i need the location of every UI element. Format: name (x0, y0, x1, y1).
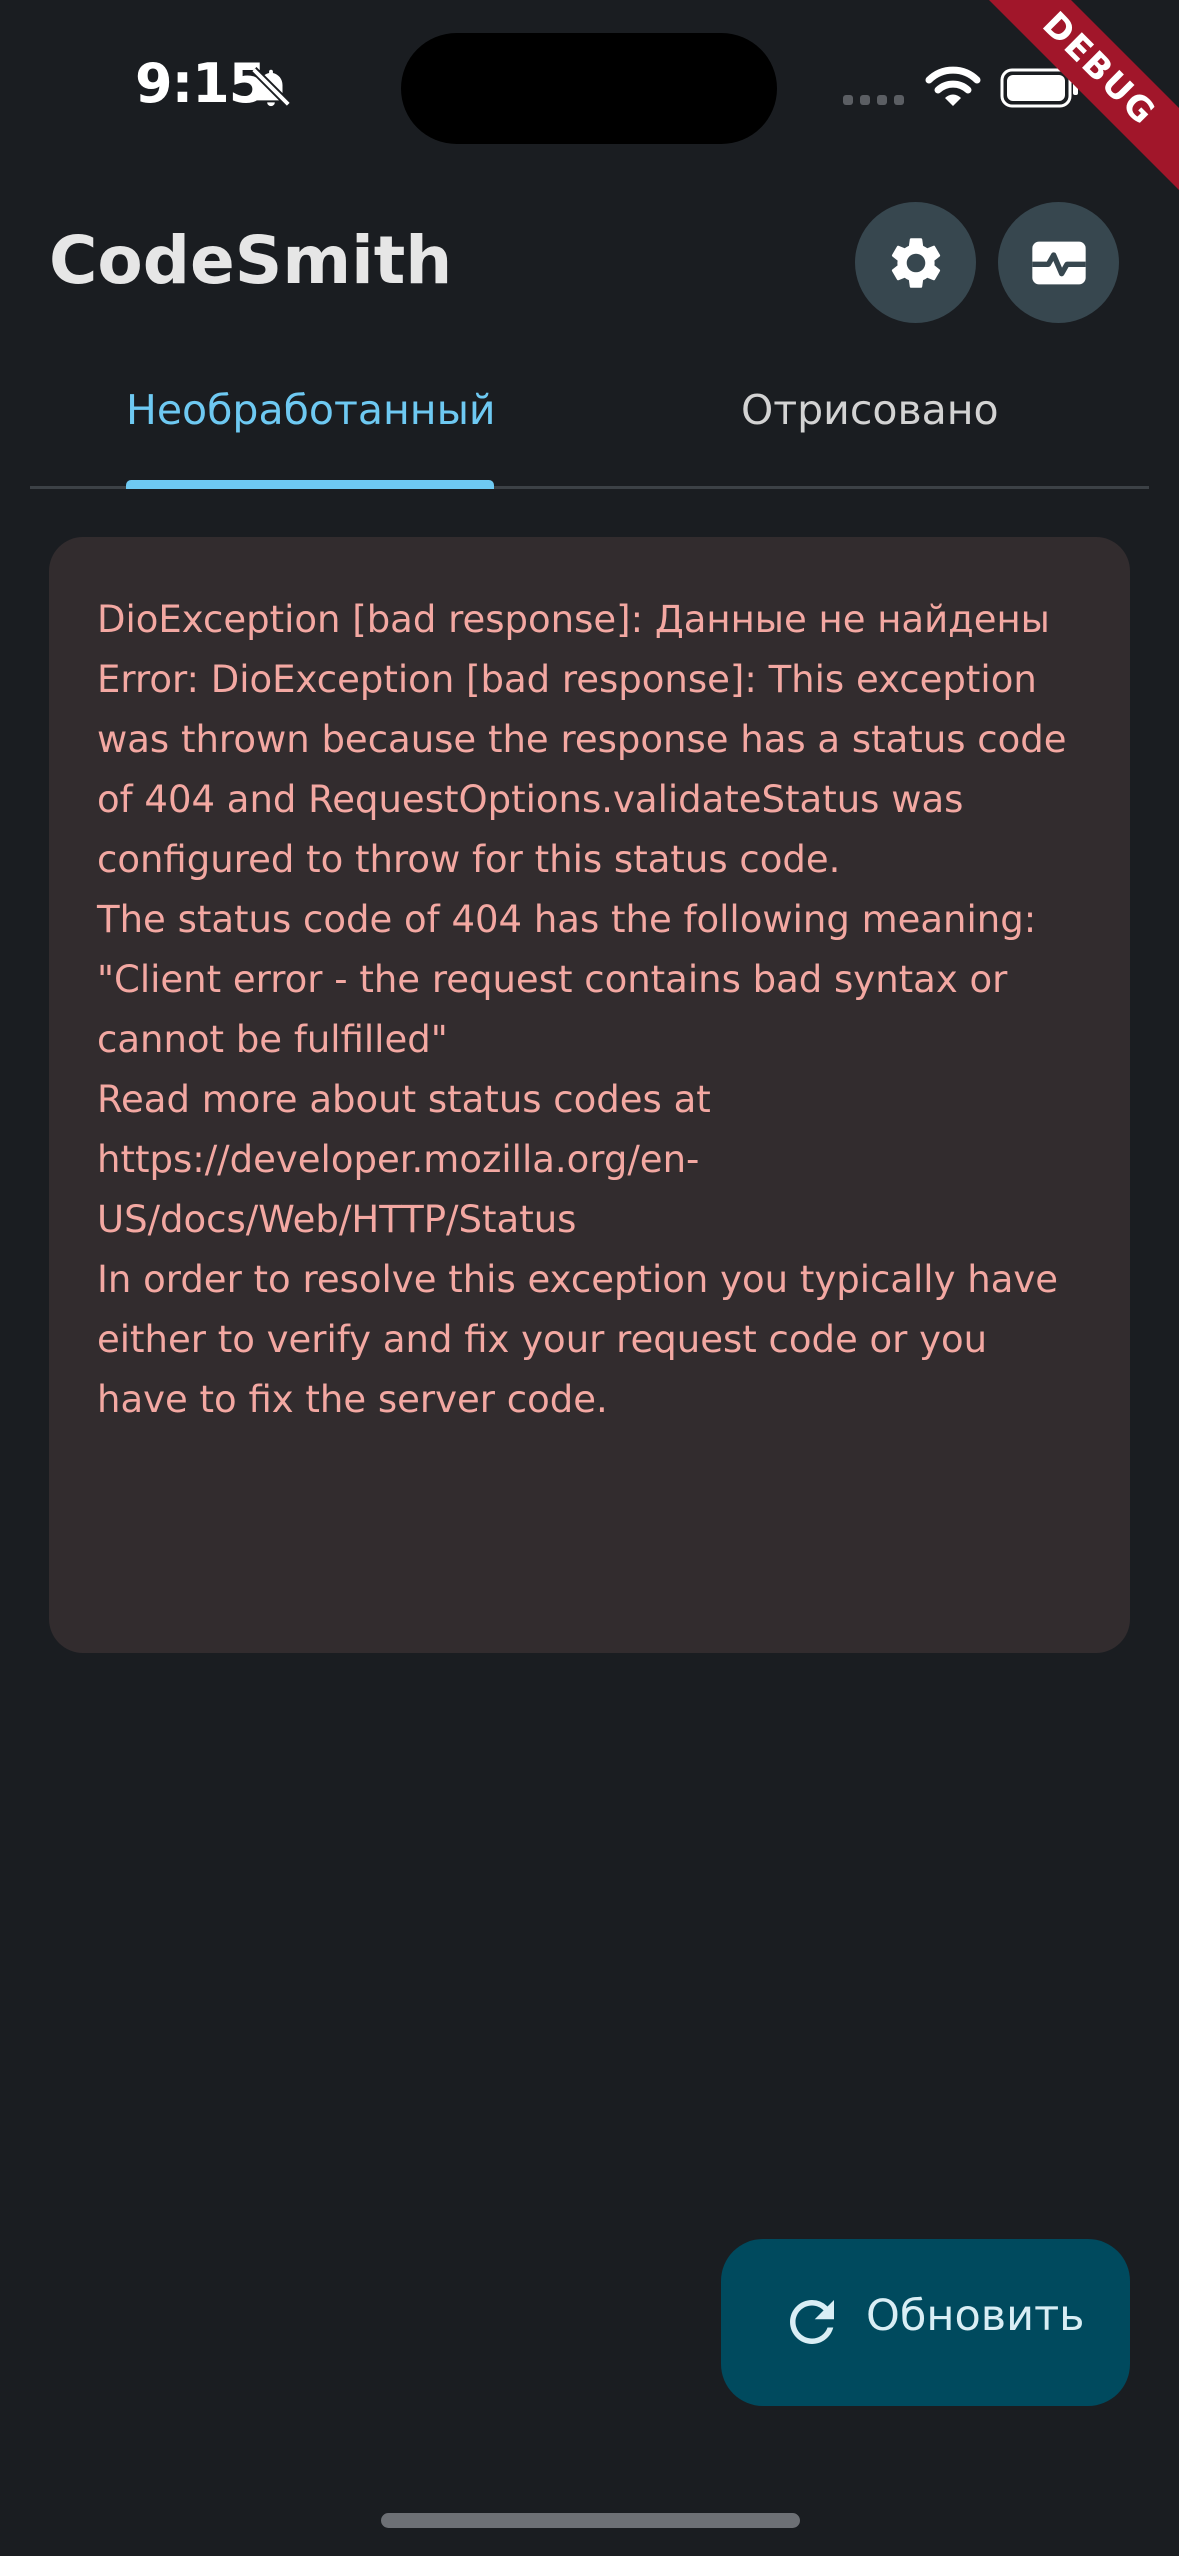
refresh-button[interactable]: Обновить (721, 2239, 1130, 2406)
gear-icon (891, 237, 940, 288)
error-message: DioException [bad response]: Данные не н… (97, 598, 1067, 1421)
wifi-icon (925, 66, 981, 106)
tab-rendered[interactable]: Отрисовано (741, 386, 999, 434)
dynamic-island (401, 33, 777, 144)
home-indicator[interactable] (381, 2513, 800, 2528)
tab-indicator (126, 480, 494, 489)
settings-button[interactable] (855, 202, 976, 323)
refresh-label: Обновить (866, 2291, 1085, 2341)
status-time: 9:15 (135, 52, 266, 115)
error-card: DioException [bad response]: Данные не н… (49, 537, 1130, 1653)
tab-raw[interactable]: Необработанный (126, 386, 496, 434)
app-title: CodeSmith (49, 222, 453, 299)
bell-off-icon (251, 67, 291, 107)
refresh-icon (790, 2300, 834, 2344)
monitor-button[interactable] (998, 202, 1119, 323)
debug-banner: DEBUG (944, 0, 1179, 224)
cellular-signal-icon (843, 95, 904, 105)
app-screen: 9:15 DEBUG CodeSmith Необработанный Отри… (0, 0, 1179, 2556)
monitor-heart-icon (1031, 241, 1086, 284)
